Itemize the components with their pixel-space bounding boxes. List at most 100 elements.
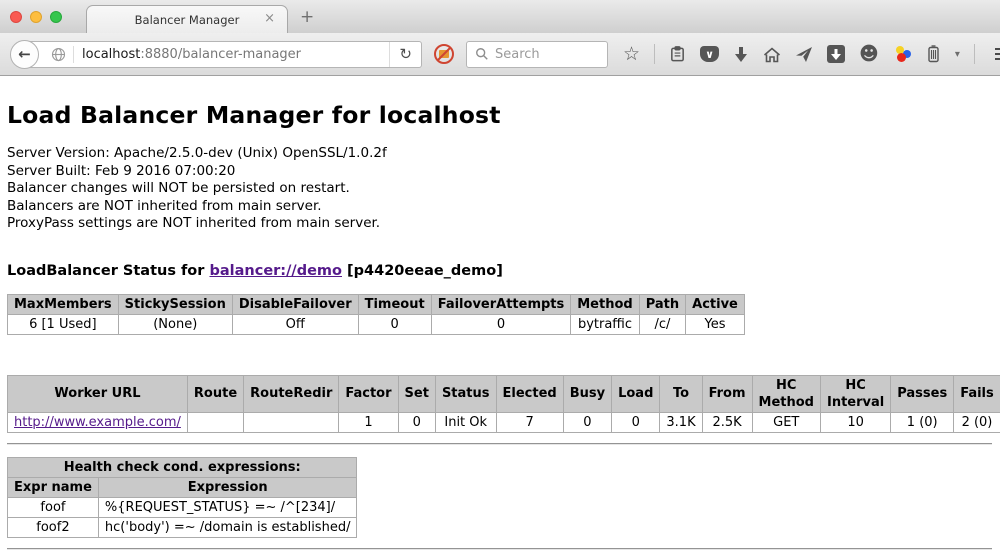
toolbar-icons: ☆ ∨ ☻	[623, 44, 1000, 64]
column-header: FailoverAttempts	[431, 294, 571, 314]
column-header: Path	[639, 294, 685, 314]
url-text[interactable]: localhost:8880/balancer-manager	[82, 47, 301, 62]
column-header: Method	[571, 294, 639, 314]
table-header-row: Worker URL Route RouteRedir Factor Set S…	[8, 375, 1000, 412]
cell-maxmembers: 6 [1 Used]	[8, 314, 119, 334]
cell-method: bytraffic	[571, 314, 639, 334]
browser-window: Balancer Manager × + ← localhost:8880/ba…	[0, 0, 1000, 76]
cell-factor: 1	[339, 412, 398, 432]
search-icon	[475, 47, 489, 61]
page-content: Load Balancer Manager for localhost Serv…	[0, 76, 1000, 550]
back-button[interactable]: ←	[10, 40, 39, 69]
cell-expression: %{REQUEST_STATUS} =~ /^[234]/	[98, 497, 357, 517]
cell-route	[187, 412, 243, 432]
column-header: Active	[686, 294, 745, 314]
cell-passes: 1 (0)	[891, 412, 954, 432]
cell-timeout: 0	[358, 314, 431, 334]
cell-status: Init Ok	[435, 412, 496, 432]
column-header: MaxMembers	[8, 294, 119, 314]
table-title-row: Health check cond. expressions:	[8, 457, 357, 477]
table-header-row: MaxMembers StickySession DisableFailover…	[8, 294, 745, 314]
column-header: To	[660, 375, 702, 412]
column-header: HC Interval	[820, 375, 890, 412]
worker-url-link[interactable]: http://www.example.com/	[14, 415, 181, 430]
column-header: StickySession	[118, 294, 232, 314]
table-row: foof2 hc('body') =~ /domain is establish…	[8, 517, 357, 537]
cell-from: 2.5K	[702, 412, 752, 432]
toolbar-separator	[974, 44, 975, 64]
table-header-row: Expr name Expression	[8, 477, 357, 497]
health-check-table: Health check cond. expressions: Expr nam…	[7, 457, 357, 538]
cell-expr-name: foof2	[8, 517, 99, 537]
titlebar: Balancer Manager × +	[0, 0, 1000, 33]
divider	[7, 443, 992, 445]
column-header: From	[702, 375, 752, 412]
fullscreen-window-button[interactable]	[50, 11, 62, 23]
column-header: Set	[398, 375, 435, 412]
cell-elected: 7	[496, 412, 563, 432]
cell-busy: 0	[563, 412, 611, 432]
balancer-settings-table: MaxMembers StickySession DisableFailover…	[7, 294, 745, 335]
table-row: foof %{REQUEST_STATUS} =~ /^[234]/	[8, 497, 357, 517]
minimize-window-button[interactable]	[30, 11, 42, 23]
search-bar[interactable]: Search	[466, 41, 608, 68]
column-header: Status	[435, 375, 496, 412]
cell-failoverattempts: 0	[431, 314, 571, 334]
loadbalancer-status-heading: LoadBalancer Status for balancer://demo …	[7, 263, 992, 279]
tab-close-icon[interactable]: ×	[264, 11, 275, 26]
search-placeholder: Search	[495, 47, 540, 62]
info-line: Server Version: Apache/2.5.0-dev (Unix) …	[7, 145, 992, 163]
column-header: RouteRedir	[244, 375, 339, 412]
chat-smiley-icon[interactable]: ☻	[859, 45, 879, 64]
bookmark-star-icon[interactable]: ☆	[623, 45, 640, 64]
balancer-demo-link[interactable]: balancer://demo	[209, 263, 342, 279]
url-separator	[73, 46, 74, 63]
column-header: Expr name	[8, 477, 99, 497]
cell-hc-interval: 10	[820, 412, 890, 432]
cell-active: Yes	[686, 314, 745, 334]
send-plane-icon[interactable]	[795, 46, 813, 63]
cell-set: 0	[398, 412, 435, 432]
pocket-chevron-icon: ∨	[705, 48, 714, 61]
menu-hamburger-icon[interactable]	[995, 48, 1000, 61]
tab-balancer-manager[interactable]: Balancer Manager ×	[86, 5, 288, 34]
column-header: Fails	[954, 375, 1000, 412]
toolbar-separator	[654, 44, 655, 64]
window-controls	[10, 11, 62, 23]
url-domain: localhost	[82, 47, 140, 62]
close-window-button[interactable]	[10, 11, 22, 23]
info-line: Balancer changes will NOT be persisted o…	[7, 180, 992, 198]
column-header: Load	[612, 375, 660, 412]
worker-status-table: Worker URL Route RouteRedir Factor Set S…	[7, 375, 1000, 433]
column-header: Route	[187, 375, 243, 412]
cell-routeredir	[244, 412, 339, 432]
globe-icon	[51, 47, 66, 62]
column-header: Elected	[496, 375, 563, 412]
column-header: HC Method	[752, 375, 820, 412]
reload-button[interactable]: ↻	[389, 42, 421, 67]
worker-row: http://www.example.com/ 1 0 Init Ok 7 0 …	[8, 412, 1000, 432]
column-header: Expression	[98, 477, 357, 497]
save-page-extension-icon[interactable]	[827, 45, 845, 63]
cell-disablefailover: Off	[232, 314, 358, 334]
tab-title: Balancer Manager	[135, 13, 240, 27]
column-header: Worker URL	[8, 375, 188, 412]
colored-dots-extension-icon[interactable]	[893, 45, 912, 63]
back-icon: ←	[18, 45, 31, 63]
pocket-icon[interactable]: ∨	[700, 46, 719, 62]
downloads-icon[interactable]	[733, 46, 749, 63]
overflow-caret-icon[interactable]: ▾	[955, 49, 960, 60]
plugin-blocked-icon[interactable]	[434, 44, 454, 64]
home-icon[interactable]	[763, 46, 781, 63]
reading-list-icon[interactable]	[669, 45, 686, 63]
cell-worker-url: http://www.example.com/	[8, 412, 188, 432]
column-header: DisableFailover	[232, 294, 358, 314]
column-header: Factor	[339, 375, 398, 412]
archive-extension-icon[interactable]	[926, 45, 941, 63]
info-line: Server Built: Feb 9 2016 07:00:20	[7, 163, 992, 181]
health-table-title: Health check cond. expressions:	[8, 457, 357, 477]
new-tab-button[interactable]: +	[300, 7, 314, 27]
cell-expr-name: foof	[8, 497, 99, 517]
url-bar[interactable]: localhost:8880/balancer-manager ↻	[24, 41, 422, 68]
cell-path: /c/	[639, 314, 685, 334]
